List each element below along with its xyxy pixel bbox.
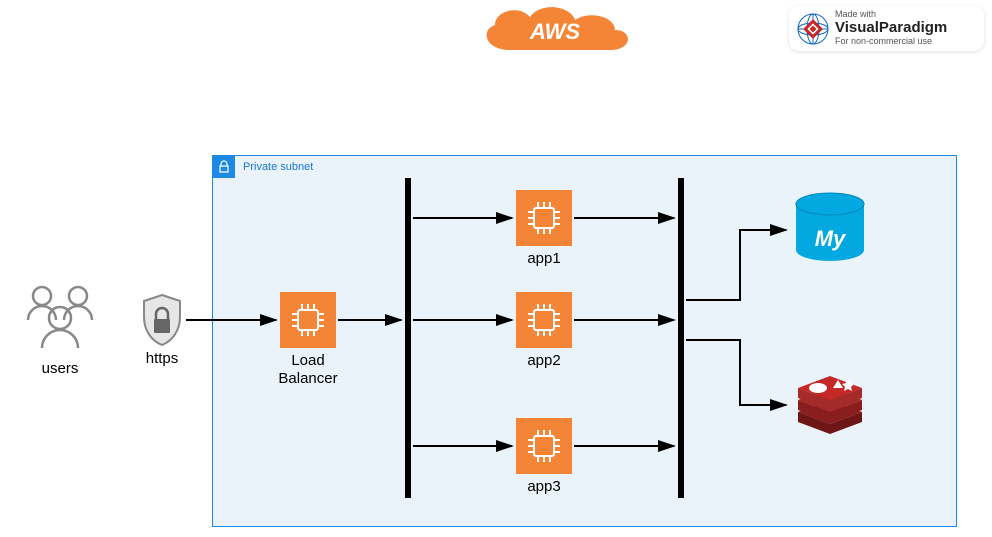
arrows-layer xyxy=(0,0,992,537)
